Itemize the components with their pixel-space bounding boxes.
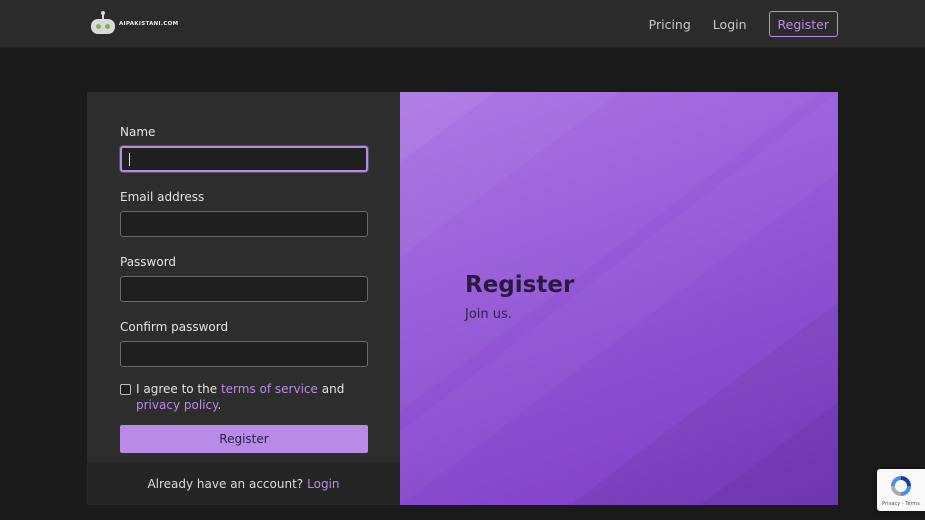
login-prompt: Already have an account? Login bbox=[87, 462, 400, 505]
recaptcha-privacy-link[interactable]: Privacy bbox=[882, 501, 900, 507]
register-card: Name Email address Password Confirm pass… bbox=[87, 92, 838, 505]
main-nav: Pricing Login Register bbox=[649, 11, 838, 37]
confirm-password-input[interactable] bbox=[120, 341, 368, 367]
recaptcha-icon bbox=[891, 476, 911, 496]
top-navbar: AIPAKISTANI.COM Pricing Login Register bbox=[0, 0, 925, 48]
recaptcha-badge[interactable]: Privacy - Terms bbox=[877, 469, 925, 511]
login-prompt-text: Already have an account? bbox=[147, 476, 304, 491]
recaptcha-separator: - bbox=[901, 501, 904, 507]
hero-subtitle: Join us. bbox=[465, 307, 512, 322]
agree-suffix-text: . bbox=[217, 398, 222, 412]
confirm-password-label: Confirm password bbox=[120, 320, 229, 334]
nav-register-button[interactable]: Register bbox=[768, 11, 838, 37]
terms-checkbox[interactable] bbox=[120, 384, 131, 395]
terms-of-service-link[interactable]: terms of service bbox=[221, 382, 318, 396]
hero-title: Register bbox=[465, 272, 575, 298]
hero-panel: Register Join us. bbox=[400, 92, 838, 505]
nav-login-link[interactable]: Login bbox=[713, 17, 747, 32]
register-form: Name Email address Password Confirm pass… bbox=[120, 125, 368, 453]
logo-text: AIPAKISTANI.COM bbox=[119, 21, 179, 27]
recaptcha-terms-link[interactable]: Terms bbox=[905, 501, 920, 507]
privacy-policy-link[interactable]: privacy policy bbox=[136, 398, 217, 412]
hero-background-stripes bbox=[400, 92, 838, 505]
register-form-panel: Name Email address Password Confirm pass… bbox=[87, 92, 400, 505]
terms-agreement: I agree to the terms of service and priv… bbox=[120, 381, 368, 413]
agree-and-text: and bbox=[321, 382, 345, 396]
register-submit-button[interactable]: Register bbox=[120, 425, 368, 453]
login-link[interactable]: Login bbox=[307, 477, 339, 491]
name-input[interactable] bbox=[120, 146, 368, 172]
nav-pricing-link[interactable]: Pricing bbox=[649, 17, 691, 32]
robot-logo-icon bbox=[89, 11, 117, 35]
text-caret bbox=[129, 153, 130, 166]
name-label: Name bbox=[120, 125, 156, 139]
recaptcha-links: Privacy - Terms bbox=[877, 501, 925, 507]
email-input[interactable] bbox=[120, 211, 368, 237]
email-label: Email address bbox=[120, 190, 205, 204]
site-logo[interactable]: AIPAKISTANI.COM bbox=[89, 11, 179, 36]
password-input[interactable] bbox=[120, 276, 368, 302]
agree-prefix-text: I agree to the bbox=[136, 382, 218, 396]
terms-agreement-text: I agree to the terms of service and priv… bbox=[136, 381, 368, 413]
password-label: Password bbox=[120, 255, 177, 269]
